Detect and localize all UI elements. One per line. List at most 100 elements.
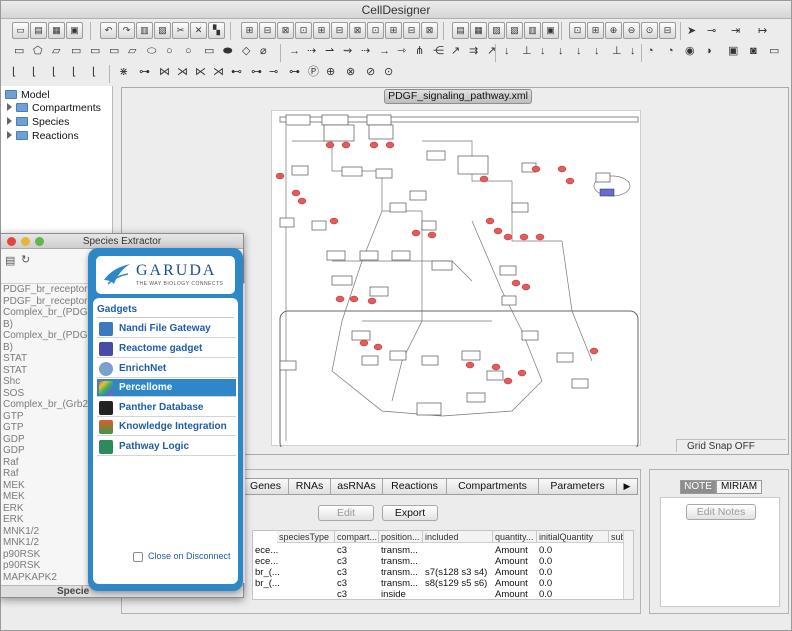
unknown-transition-icon[interactable]: ⇀ bbox=[325, 44, 334, 58]
gadget-pathway-logic[interactable]: Pathway Logic bbox=[97, 438, 236, 456]
close-window-icon[interactable] bbox=[7, 237, 16, 246]
export-button[interactable]: Export bbox=[382, 505, 438, 521]
tab-parameters[interactable]: Parameters bbox=[539, 479, 617, 494]
negative-icon[interactable]: ⋊ bbox=[213, 65, 224, 79]
list-item[interactable]: p90RSK bbox=[3, 560, 40, 572]
protein-shape-icon[interactable]: ▭ bbox=[14, 44, 24, 58]
list-item[interactable]: Raf bbox=[3, 457, 19, 469]
ion-channel-shape-icon[interactable]: ▭ bbox=[109, 44, 119, 58]
list-item[interactable]: Complex_br_(Grb2 bbox=[3, 399, 88, 411]
gadget-percellome[interactable]: Percellome bbox=[97, 379, 236, 397]
omitted-transition-icon[interactable]: ⇝ bbox=[343, 44, 352, 58]
list-item[interactable]: MNK1/2 bbox=[3, 537, 39, 549]
simple-molecule-icon[interactable]: ○ bbox=[166, 44, 173, 58]
gadget-panther-database[interactable]: Panther Database bbox=[97, 399, 236, 417]
column-header[interactable]: quantity... bbox=[493, 531, 537, 543]
bond-icon[interactable]: ⊶ bbox=[289, 65, 300, 79]
tree-item-species[interactable]: Species bbox=[7, 115, 69, 129]
list-item[interactable]: GTP bbox=[3, 422, 24, 434]
methylation-icon[interactable]: ⊘ bbox=[366, 65, 375, 79]
modulation-icon[interactable]: ↓ bbox=[540, 44, 546, 58]
zoom-fit-icon[interactable]: ⊡ bbox=[569, 22, 586, 39]
minimize-window-icon[interactable] bbox=[21, 237, 30, 246]
gadget-enrichnet[interactable]: EnrichNet bbox=[97, 360, 236, 378]
export-image-icon[interactable]: ▧ bbox=[506, 22, 523, 39]
align-right-icon[interactable]: ⊠ bbox=[277, 22, 294, 39]
table-scrollbar[interactable] bbox=[623, 531, 633, 599]
document-tab[interactable]: PDGF_signaling_pathway.xml bbox=[384, 89, 532, 104]
association-icon[interactable]: ⋔ bbox=[415, 44, 424, 58]
residue-icon[interactable]: ◔ bbox=[647, 44, 654, 58]
arrow-line-icon[interactable]: ⇥ bbox=[731, 24, 740, 38]
expand-arrow-icon[interactable] bbox=[7, 103, 12, 111]
heterodimer-icon[interactable]: ⇉ bbox=[469, 44, 478, 58]
bend-line-icon[interactable]: ⊸ bbox=[707, 24, 716, 38]
overview-icon[interactable]: ⊟ bbox=[659, 22, 676, 39]
list-item[interactable]: MEK bbox=[3, 480, 25, 492]
dissociation-icon[interactable]: ⋲ bbox=[433, 44, 444, 58]
zoom-selection-icon[interactable]: ⊙ bbox=[641, 22, 658, 39]
delete-icon[interactable]: ✕ bbox=[190, 22, 207, 39]
list-item[interactable]: STAT bbox=[3, 365, 27, 377]
tab-note[interactable]: NOTE bbox=[680, 480, 716, 494]
edit-notes-button[interactable]: Edit Notes bbox=[686, 504, 756, 520]
zoom-in-icon[interactable]: ⊕ bbox=[605, 22, 622, 39]
column-header[interactable]: speciesType bbox=[277, 531, 335, 543]
acetylation-icon[interactable]: ⊕ bbox=[326, 65, 335, 79]
tab-reactions[interactable]: Reactions bbox=[383, 479, 447, 494]
list-item[interactable]: B) bbox=[3, 342, 13, 354]
layout-icon[interactable]: ⊠ bbox=[421, 22, 438, 39]
compartment-right-icon[interactable]: ⌊ bbox=[32, 65, 36, 79]
asrna-shape-icon[interactable]: ▭ bbox=[71, 44, 81, 58]
distribute-h-icon[interactable]: ⊠ bbox=[349, 22, 366, 39]
column-header[interactable]: position... bbox=[379, 531, 423, 543]
gadget-nandi-file-gateway[interactable]: Nandi File Gateway bbox=[97, 320, 236, 338]
save-icon[interactable]: ▤ bbox=[5, 254, 15, 267]
gadget-knowledge-integration[interactable]: Knowledge Integration bbox=[97, 418, 236, 436]
compartment-oval-icon[interactable]: ◙ bbox=[750, 44, 757, 58]
known-transition-icon[interactable]: ⇢ bbox=[307, 44, 316, 58]
copy-icon[interactable]: ▥ bbox=[136, 22, 153, 39]
list-item[interactable]: GTP bbox=[3, 411, 24, 423]
state-transition-icon[interactable]: → bbox=[289, 44, 300, 58]
expand-arrow-icon[interactable] bbox=[7, 131, 12, 139]
list-item[interactable]: MAPKAPK2 bbox=[3, 572, 57, 584]
compartment-bottom-icon[interactable]: ⌊ bbox=[72, 65, 76, 79]
list-item[interactable]: STAT bbox=[3, 353, 27, 365]
boolean-and-icon[interactable]: ↓ bbox=[630, 44, 636, 58]
undo-icon[interactable]: ↶ bbox=[100, 22, 117, 39]
rna-shape-icon[interactable]: ▱ bbox=[52, 44, 60, 58]
list-item[interactable]: Raf bbox=[3, 468, 19, 480]
open-file-icon[interactable]: ▤ bbox=[30, 22, 47, 39]
binding-region-icon[interactable]: ◔ bbox=[667, 44, 674, 58]
straight-line-icon[interactable]: ↦ bbox=[758, 24, 767, 38]
coding-region-icon[interactable]: ◑ bbox=[705, 44, 712, 58]
refresh-icon[interactable]: ↻ bbox=[21, 253, 30, 266]
print-icon[interactable]: ▣ bbox=[66, 22, 83, 39]
truncated-shape-icon[interactable]: ▱ bbox=[128, 44, 136, 58]
compartment-bar-icon[interactable]: ▭ bbox=[769, 44, 779, 58]
physical-stimulation-icon[interactable]: ↓ bbox=[576, 44, 582, 58]
column-header[interactable]: initialQuantity bbox=[537, 531, 609, 543]
align-center-icon[interactable]: ⊟ bbox=[259, 22, 276, 39]
operator-icon[interactable]: ⋈ bbox=[159, 65, 170, 79]
list-item[interactable]: Shc bbox=[3, 376, 20, 388]
unknown-shape-icon[interactable]: ◇ bbox=[242, 44, 250, 58]
gene-shape-icon[interactable]: ⬠ bbox=[33, 44, 43, 58]
tree-item-reactions[interactable]: Reactions bbox=[7, 129, 79, 143]
tab-asrnas[interactable]: asRNAs bbox=[331, 479, 383, 494]
simulation-icon[interactable]: ▨ bbox=[488, 22, 505, 39]
tabs-scroll-right-icon[interactable]: ▶ bbox=[617, 479, 637, 494]
list-item[interactable]: PDGF_br_receptor bbox=[3, 296, 87, 308]
activation-icon[interactable]: ⋉ bbox=[195, 65, 206, 79]
pointer-tool-icon[interactable]: ➤ bbox=[687, 24, 696, 38]
plugin-icon[interactable]: ▣ bbox=[542, 22, 559, 39]
edit-button[interactable]: Edit bbox=[318, 505, 374, 521]
group-icon[interactable]: ▚ bbox=[208, 22, 225, 39]
unknown-catalysis-icon[interactable]: ↓ bbox=[594, 44, 600, 58]
tab-compartments[interactable]: Compartments bbox=[447, 479, 539, 494]
tab-genes[interactable]: Genes bbox=[243, 479, 289, 494]
database-icon[interactable]: ▥ bbox=[524, 22, 541, 39]
list-item[interactable]: SOS bbox=[3, 388, 24, 400]
ion-shape-icon[interactable]: ○ bbox=[185, 44, 192, 58]
